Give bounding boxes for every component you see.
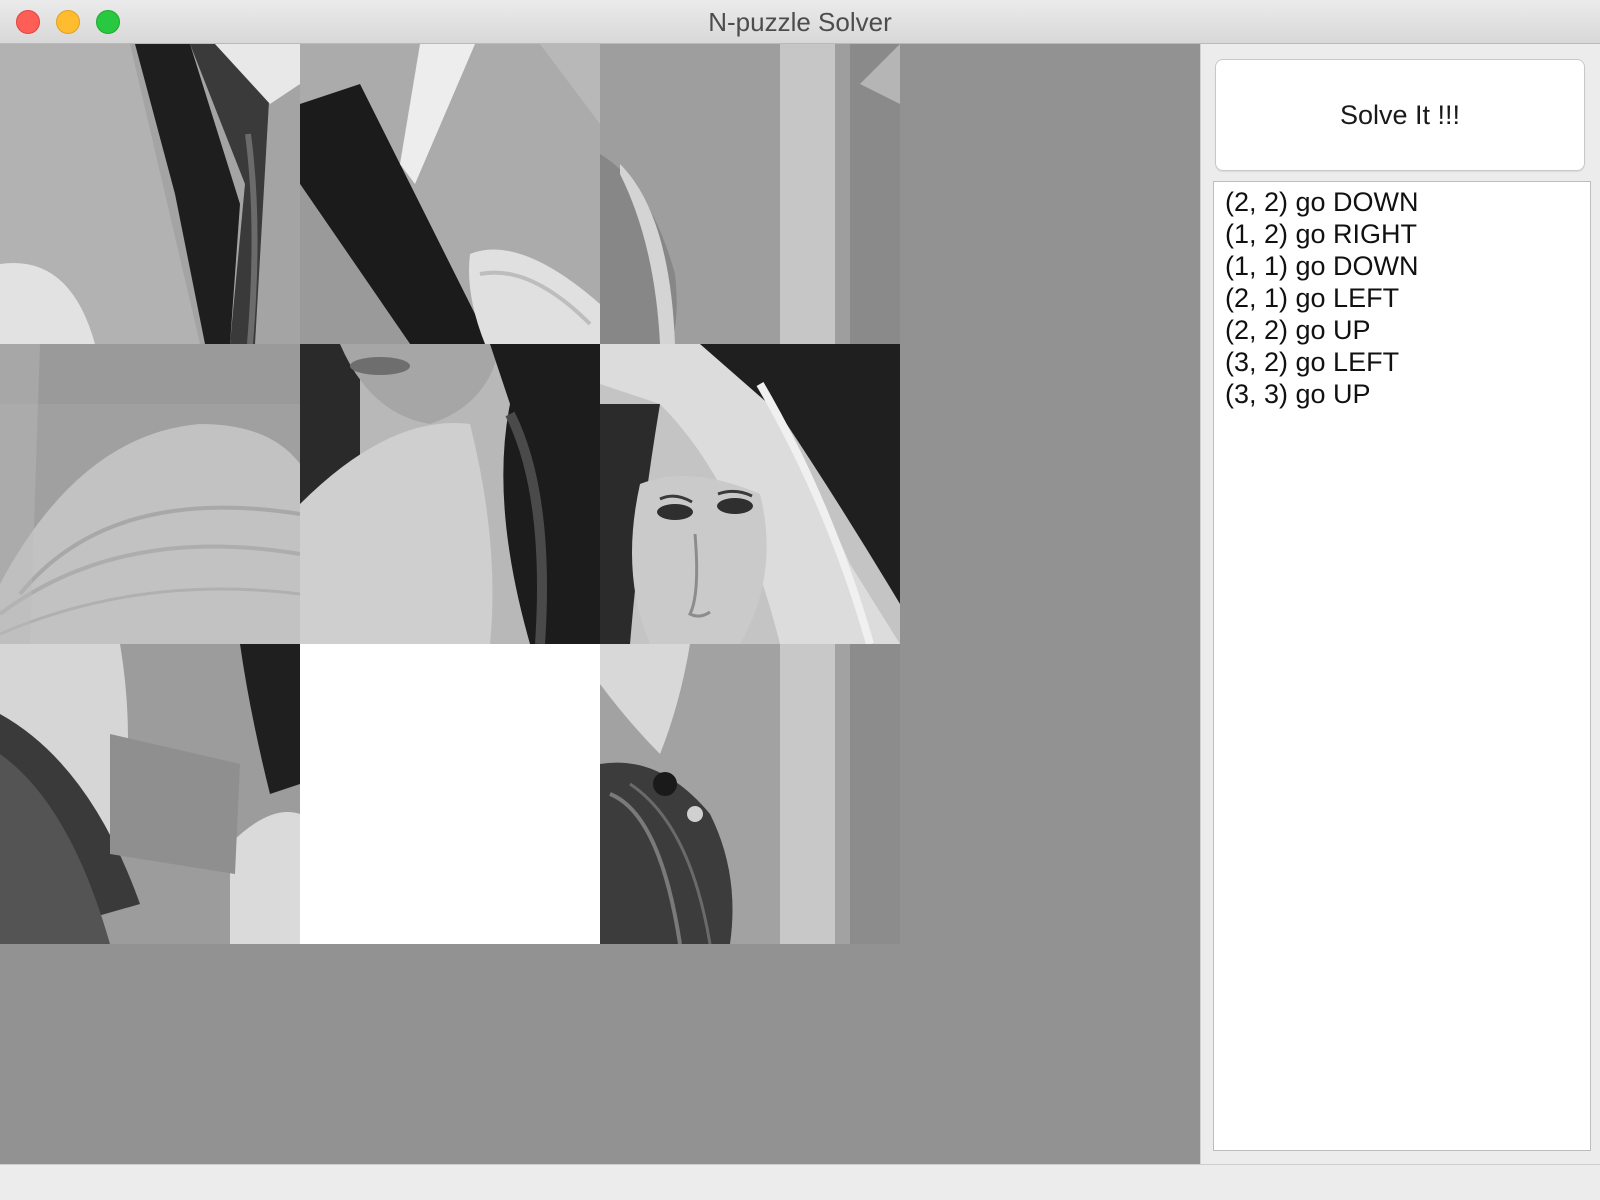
solve-button[interactable]: Solve It !!! bbox=[1215, 59, 1585, 171]
puzzle-grid bbox=[0, 44, 900, 944]
tile-image-shoulder-chin bbox=[300, 344, 600, 644]
puzzle-tile[interactable] bbox=[300, 44, 600, 344]
tile-image-hat-crown bbox=[0, 344, 300, 644]
window-title: N-puzzle Solver bbox=[708, 7, 892, 37]
list-item[interactable]: (3, 3) go UP bbox=[1214, 378, 1590, 410]
tile-image-hat-brim-hair bbox=[0, 44, 300, 344]
empty-tile[interactable] bbox=[300, 644, 600, 944]
puzzle-tile[interactable] bbox=[600, 344, 900, 644]
tile-image-hair-hat-brim bbox=[0, 644, 300, 944]
tile-image-hair-strand-feather bbox=[300, 44, 600, 344]
title-bar[interactable]: N-puzzle Solver bbox=[0, 0, 1600, 44]
list-item[interactable]: (2, 2) go UP bbox=[1214, 314, 1590, 346]
puzzle-tile[interactable] bbox=[600, 644, 900, 944]
list-item[interactable]: (1, 1) go DOWN bbox=[1214, 250, 1590, 282]
list-item[interactable]: (2, 2) go DOWN bbox=[1214, 186, 1590, 218]
list-item[interactable]: (2, 1) go LEFT bbox=[1214, 282, 1590, 314]
tile-image-feather-plume bbox=[600, 644, 900, 944]
status-bar bbox=[0, 1164, 1600, 1200]
tile-image-face-eyes bbox=[600, 344, 900, 644]
puzzle-tile[interactable] bbox=[300, 344, 600, 644]
list-item[interactable]: (3, 2) go LEFT bbox=[1214, 346, 1590, 378]
puzzle-tile[interactable] bbox=[600, 44, 900, 344]
moves-list[interactable]: (2, 2) go DOWN (1, 2) go RIGHT (1, 1) go… bbox=[1213, 181, 1591, 1151]
side-panel: Solve It !!! (2, 2) go DOWN (1, 2) go RI… bbox=[1200, 44, 1600, 1164]
puzzle-tile[interactable] bbox=[0, 344, 300, 644]
app-window: N-puzzle Solver Solve It !!! (2, 2) go D… bbox=[0, 0, 1600, 1200]
list-item[interactable]: (1, 2) go RIGHT bbox=[1214, 218, 1590, 250]
puzzle-tile[interactable] bbox=[0, 644, 300, 944]
tile-image-feather-tip-background bbox=[600, 44, 900, 344]
puzzle-tile[interactable] bbox=[0, 44, 300, 344]
puzzle-area bbox=[0, 44, 1200, 1164]
